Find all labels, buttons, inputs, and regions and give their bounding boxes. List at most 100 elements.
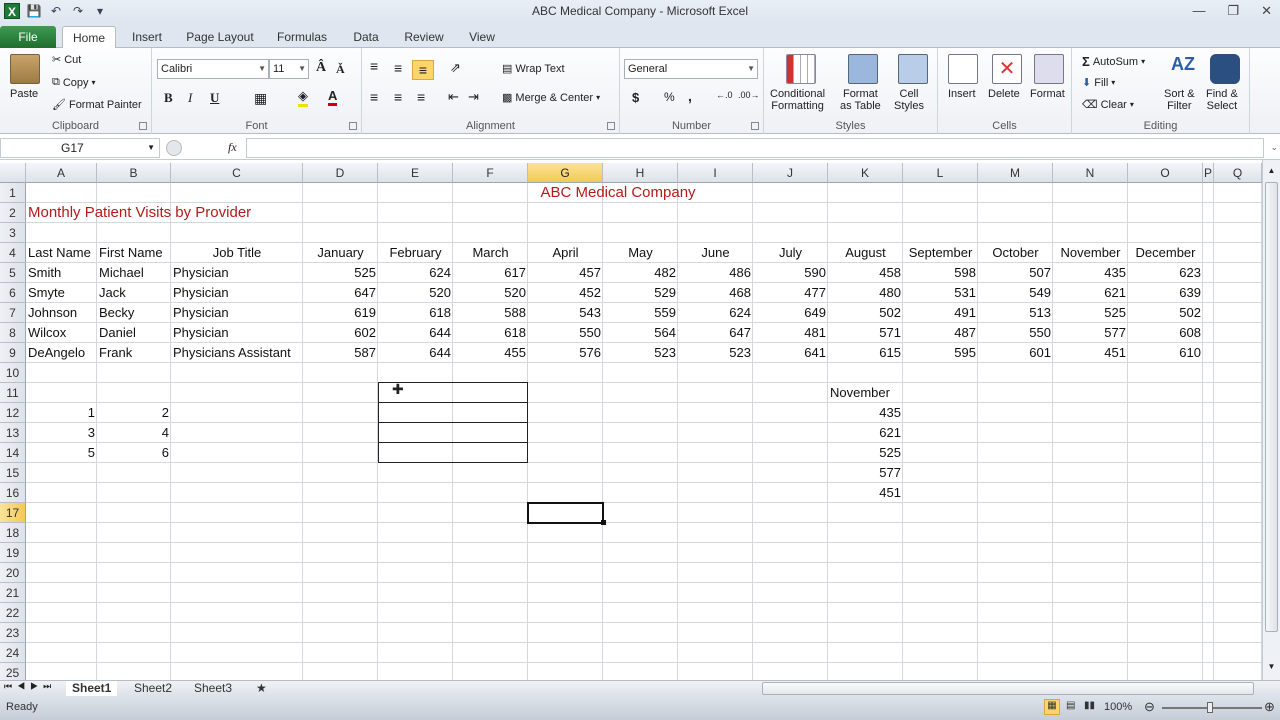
cell[interactable] [903, 603, 978, 623]
cell[interactable] [453, 603, 528, 623]
cell[interactable] [903, 503, 978, 523]
number-cell[interactable]: 2 [97, 403, 171, 423]
cell[interactable] [453, 523, 528, 543]
cell[interactable] [903, 383, 978, 403]
cell[interactable] [603, 543, 678, 563]
cell[interactable] [678, 463, 753, 483]
cell[interactable] [97, 643, 171, 663]
cell[interactable] [603, 483, 678, 503]
cell[interactable] [678, 203, 753, 223]
cell[interactable] [378, 663, 453, 680]
wrap-text-button[interactable]: ▤ Wrap Text [502, 62, 565, 76]
cell[interactable] [97, 363, 171, 383]
cell[interactable] [753, 203, 828, 223]
cell[interactable] [753, 383, 828, 403]
cell-styles-button[interactable]: Cell Styles [894, 88, 924, 112]
fill-color-icon[interactable]: ◈ [298, 88, 308, 107]
find-select-button[interactable]: Find & Select [1206, 88, 1238, 112]
column-header-G[interactable]: G [528, 163, 603, 183]
cell[interactable] [1053, 543, 1128, 563]
cell[interactable] [1128, 523, 1203, 543]
cell[interactable] [1128, 563, 1203, 583]
select-all-corner[interactable] [0, 163, 26, 183]
cell[interactable] [678, 403, 753, 423]
column-header-B[interactable]: B [97, 163, 171, 183]
cell[interactable] [678, 423, 753, 443]
cell[interactable] [1128, 543, 1203, 563]
cell[interactable] [678, 643, 753, 663]
currency-button[interactable]: $ [632, 90, 639, 105]
cell[interactable] [378, 363, 453, 383]
cell[interactable] [97, 543, 171, 563]
expand-formula-bar-icon[interactable]: ⌄ [1270, 142, 1278, 153]
cell[interactable] [171, 223, 303, 243]
cell[interactable] [828, 583, 903, 603]
cell[interactable] [1214, 363, 1262, 383]
cell[interactable] [528, 383, 603, 403]
cell[interactable] [1203, 483, 1214, 503]
cell[interactable] [1053, 583, 1128, 603]
visits-cell[interactable]: 624 [378, 263, 453, 283]
row-header-6[interactable]: 6 [0, 283, 26, 303]
cell[interactable] [753, 543, 828, 563]
row-header-14[interactable]: 14 [0, 443, 26, 463]
visits-cell[interactable]: 477 [753, 283, 828, 303]
cell[interactable] [453, 563, 528, 583]
visits-cell[interactable]: 550 [978, 323, 1053, 343]
cell[interactable] [903, 403, 978, 423]
cell[interactable] [828, 643, 903, 663]
cell[interactable] [978, 643, 1053, 663]
cell[interactable] [1203, 403, 1214, 423]
cell[interactable] [603, 363, 678, 383]
cell[interactable] [1214, 423, 1262, 443]
cell[interactable] [1203, 563, 1214, 583]
cell[interactable] [1053, 643, 1128, 663]
cell[interactable] [1053, 563, 1128, 583]
cell[interactable] [978, 603, 1053, 623]
tab-review[interactable]: Review [398, 26, 450, 48]
cell[interactable] [1214, 623, 1262, 643]
cell[interactable] [978, 383, 1053, 403]
zoom-in-icon[interactable]: ⊕ [1264, 699, 1275, 715]
cell[interactable] [171, 583, 303, 603]
cell[interactable] [1214, 603, 1262, 623]
cell[interactable] [453, 623, 528, 643]
cell[interactable] [978, 203, 1053, 223]
cell[interactable] [1128, 603, 1203, 623]
visits-cell[interactable]: 564 [603, 323, 678, 343]
cell[interactable] [528, 563, 603, 583]
cell[interactable] [978, 423, 1053, 443]
cell[interactable] [903, 443, 978, 463]
cell[interactable] [1128, 383, 1203, 403]
cell[interactable] [453, 643, 528, 663]
cell[interactable] [378, 483, 453, 503]
cell[interactable] [753, 583, 828, 603]
cell[interactable] [1128, 223, 1203, 243]
cell[interactable] [303, 183, 378, 203]
cell[interactable] [753, 223, 828, 243]
cell[interactable] [1203, 363, 1214, 383]
cell[interactable] [978, 663, 1053, 680]
cell[interactable] [678, 563, 753, 583]
tab-home[interactable]: Home [62, 26, 116, 48]
align-right-icon[interactable]: ≡ [417, 89, 425, 105]
cell[interactable] [978, 583, 1053, 603]
scroll-down-icon[interactable]: ▼ [1265, 662, 1278, 674]
cell[interactable] [1203, 243, 1214, 263]
cell[interactable] [171, 423, 303, 443]
cell[interactable] [1128, 463, 1203, 483]
align-top-icon[interactable]: ≡ [370, 58, 378, 74]
november-value[interactable]: 435 [828, 403, 903, 423]
cell[interactable] [378, 463, 453, 483]
sheet-tab-3[interactable]: Sheet3 [188, 681, 238, 696]
cell[interactable] [603, 383, 678, 403]
cell[interactable] [753, 643, 828, 663]
visits-cell[interactable]: 608 [1128, 323, 1203, 343]
row-header-15[interactable]: 15 [0, 463, 26, 483]
cell[interactable] [1214, 283, 1262, 303]
number-cell[interactable]: 5 [26, 443, 97, 463]
cell[interactable] [978, 183, 1053, 203]
cell[interactable] [753, 483, 828, 503]
tab-formulas[interactable]: Formulas [270, 26, 334, 48]
cell[interactable] [378, 523, 453, 543]
